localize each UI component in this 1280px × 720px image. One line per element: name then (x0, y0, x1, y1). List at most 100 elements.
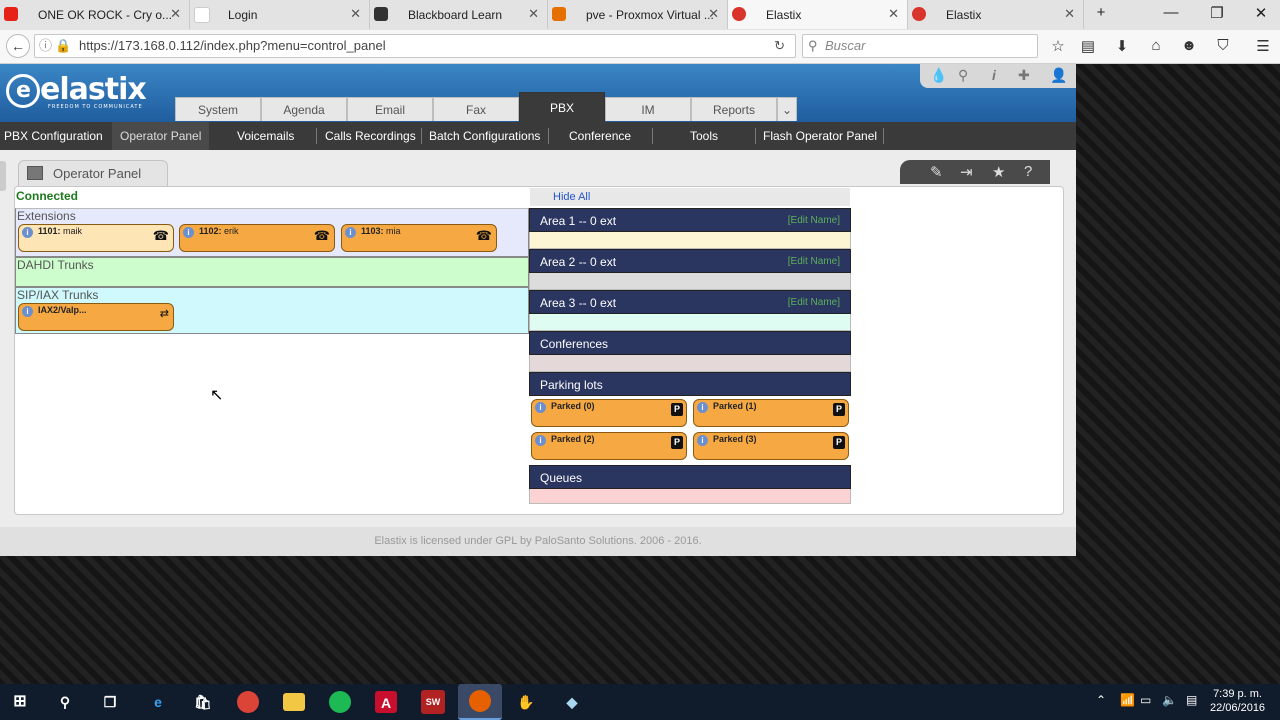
home-icon[interactable]: ⌂ (1146, 37, 1166, 54)
notification-icon[interactable]: ▤ (1186, 693, 1197, 707)
close-icon[interactable]: ✕ (708, 6, 719, 22)
close-icon[interactable]: ✕ (888, 6, 899, 22)
area-drop-zone[interactable] (529, 273, 851, 290)
chat-icon[interactable]: ☻ (1179, 37, 1199, 54)
info-icon[interactable]: i (345, 227, 356, 238)
info-icon[interactable]: i (535, 435, 546, 446)
submenu-batch-configurations[interactable]: Batch Configurations (429, 122, 540, 150)
submenu-conference[interactable]: Conference (569, 122, 631, 150)
url-bar[interactable]: ⓘ 🔒 https://173.168.0.112/index.php?menu… (34, 34, 796, 58)
chrome-icon[interactable] (237, 691, 259, 713)
hide-all-link[interactable]: Hide All (530, 188, 850, 206)
solidworks-icon[interactable]: SW (421, 690, 445, 714)
star-icon[interactable]: ★ (992, 163, 1005, 181)
parking-slot[interactable]: i Parked (2) P (531, 432, 687, 460)
download-icon[interactable]: ⬇ (1112, 37, 1132, 55)
elastix-logo[interactable]: e elastix FREEDOM TO COMMUNICATE (6, 72, 147, 110)
toggle-layout-icon[interactable]: ⇥ (960, 163, 973, 181)
info-icon[interactable]: i (992, 67, 996, 83)
info-icon[interactable]: i (697, 435, 708, 446)
extension-card[interactable]: i 1101: maik ☎ (18, 224, 174, 252)
tools-icon[interactable]: ✚ (1018, 67, 1030, 84)
edit-name-link[interactable]: [Edit Name] (788, 209, 840, 233)
info-icon[interactable]: i (22, 306, 33, 317)
maximize-icon[interactable]: ❐ (1202, 4, 1232, 22)
submenu-flash-operator-panel[interactable]: Flash Operator Panel (763, 122, 877, 150)
file-explorer-icon[interactable] (283, 693, 305, 711)
parking-slot[interactable]: i Parked (3) P (693, 432, 849, 460)
parking-slot[interactable]: i Parked (0) P (531, 399, 687, 427)
app-icon[interactable]: ◆ (559, 690, 585, 714)
close-icon[interactable]: ✕ (170, 6, 181, 22)
task-view-icon[interactable]: ❐ (97, 690, 123, 714)
tab-im[interactable]: IM (605, 97, 691, 121)
user-icon[interactable]: 👤 (1050, 67, 1067, 84)
tab-reports[interactable]: Reports (691, 97, 777, 121)
firefox-icon[interactable] (458, 684, 502, 720)
parking-slot[interactable]: i Parked (1) P (693, 399, 849, 427)
submenu-tools[interactable]: Tools (690, 122, 718, 150)
submenu-voicemails[interactable]: Voicemails (237, 122, 294, 150)
close-icon[interactable]: ✕ (350, 6, 361, 22)
trunk-card[interactable]: i IAX2/Valp... ⇄ (18, 303, 174, 331)
tab-pbx[interactable]: PBX (519, 92, 605, 122)
area-drop-zone[interactable] (529, 314, 851, 331)
reload-icon[interactable]: ↻ (774, 35, 785, 57)
tab-email[interactable]: Email (347, 97, 433, 121)
help-icon[interactable]: ? (1024, 163, 1032, 180)
autocad-icon[interactable]: A (375, 691, 397, 713)
bookmark-star-icon[interactable]: ☆ (1048, 37, 1068, 55)
browser-tab[interactable]: Elastix ✕ (908, 0, 1084, 29)
close-icon[interactable]: ✕ (1064, 6, 1075, 22)
game-icon[interactable]: ✋ (513, 690, 539, 714)
sidebar-toggle[interactable] (0, 161, 6, 191)
close-icon[interactable]: ✕ (528, 6, 539, 22)
tray-chevron-icon[interactable]: ⌃ (1096, 693, 1106, 707)
reading-list-icon[interactable]: ▤ (1078, 37, 1098, 55)
browser-tab[interactable]: ONE OK ROCK - Cry o... ✕ (0, 0, 190, 29)
search-icon[interactable]: ⚲ (52, 690, 78, 714)
menu-icon[interactable]: ☰ (1253, 37, 1273, 55)
proxmox-icon (552, 7, 566, 21)
chevron-down-icon[interactable]: ⌄ (777, 97, 797, 121)
minimize-icon[interactable]: — (1156, 4, 1186, 21)
tab-fax[interactable]: Fax (433, 97, 519, 121)
window-close-icon[interactable]: ✕ (1246, 4, 1276, 22)
edit-name-link[interactable]: [Edit Name] (788, 291, 840, 315)
browser-tab-active[interactable]: Elastix ✕ (728, 0, 908, 29)
network-icon[interactable]: 📶 (1120, 693, 1135, 707)
info-icon[interactable]: i (183, 227, 194, 238)
edge-icon[interactable]: e (145, 690, 171, 714)
new-tab-icon[interactable]: + (1086, 4, 1116, 21)
tab-agenda[interactable]: Agenda (261, 97, 347, 121)
volume-icon[interactable]: 🔈 (1162, 693, 1177, 707)
submenu-pbx-configuration[interactable]: PBX Configuration (4, 122, 103, 150)
search-icon[interactable]: ⚲ (958, 67, 968, 84)
browser-tab[interactable]: pve - Proxmox Virtual ... ✕ (548, 0, 728, 29)
browser-tab[interactable]: Login ✕ (190, 0, 370, 29)
edit-name-link[interactable]: [Edit Name] (788, 250, 840, 274)
info-icon[interactable]: i (697, 402, 708, 413)
drop-icon[interactable]: 💧 (930, 67, 947, 84)
search-input[interactable]: ⚲ Buscar (802, 34, 1038, 58)
windows-start-icon[interactable]: ⊞ (7, 690, 33, 714)
tab-system[interactable]: System (175, 97, 261, 121)
extension-card[interactable]: i 1102: erik ☎ (179, 224, 335, 252)
clock[interactable]: 7:39 p. m. 22/06/2016 (1210, 687, 1265, 715)
store-icon[interactable]: 🛍 (190, 690, 216, 714)
area-title: Area 2 -- 0 ext (540, 255, 617, 269)
info-icon[interactable]: i (22, 227, 33, 238)
back-icon[interactable]: ← (6, 34, 30, 58)
submenu-calls-recordings[interactable]: Calls Recordings (325, 122, 416, 150)
info-icon[interactable]: i (535, 402, 546, 413)
pocket-icon[interactable]: ⛉ (1213, 37, 1233, 54)
area-drop-zone[interactable] (529, 232, 851, 249)
conferences-drop-zone[interactable] (529, 355, 851, 372)
battery-icon[interactable]: ▭ (1140, 693, 1151, 707)
queues-drop-zone[interactable] (529, 489, 851, 504)
spotify-icon[interactable] (329, 691, 351, 713)
submenu-operator-panel[interactable]: Operator Panel (112, 122, 210, 150)
edit-icon[interactable]: ✎ (930, 163, 943, 181)
extension-card[interactable]: i 1103: mia ☎ (341, 224, 497, 252)
browser-tab[interactable]: Blackboard Learn ✕ (370, 0, 548, 29)
